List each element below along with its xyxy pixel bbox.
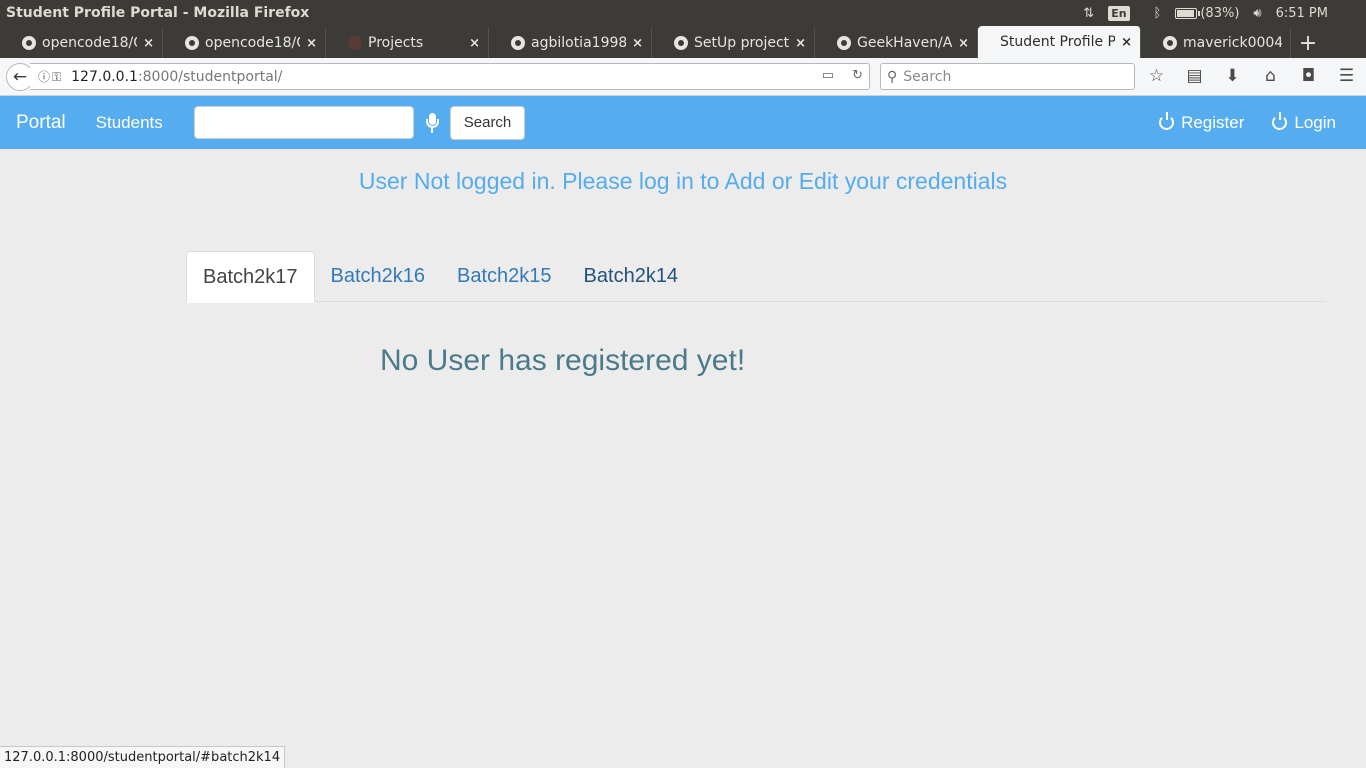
tab-batch2k17[interactable]: Batch2k17 <box>186 251 315 303</box>
site-search-button[interactable]: Search <box>449 105 526 140</box>
home-icon[interactable]: ⌂ <box>1260 66 1281 86</box>
battery-percent: (83%) <box>1200 5 1240 21</box>
github-icon <box>837 36 851 50</box>
github-icon <box>22 36 36 50</box>
url-host: 127.0.0.1 <box>71 68 138 85</box>
search-icon: ⚲ <box>887 68 898 85</box>
back-arrow-icon: ← <box>12 66 28 87</box>
github-icon <box>1163 36 1177 50</box>
browser-tab[interactable]: GeekHaven/Ap × <box>815 28 978 58</box>
login-notice: User Not logged in. Please log in to Add… <box>358 168 1008 194</box>
reader-view-icon[interactable]: ▭ <box>822 68 834 83</box>
tab-batch2k14[interactable]: Batch2k14 <box>568 251 695 302</box>
browser-search-input[interactable]: ⚲ Search <box>880 63 1135 90</box>
browser-tab[interactable]: Projects × <box>326 28 489 58</box>
power-icon <box>1272 112 1288 130</box>
site-search-input[interactable] <box>193 106 414 139</box>
close-tab-icon[interactable]: × <box>795 36 806 51</box>
browser-tab[interactable]: agbilotia1998/L× <box>489 28 652 58</box>
status-bar-url: 127.0.0.1:8000/studentportal/#batch2k14 <box>0 746 286 768</box>
github-icon <box>511 36 525 50</box>
power-icon <box>1159 112 1175 130</box>
microphone-icon[interactable] <box>425 112 439 133</box>
battery-indicator[interactable]: (83%) <box>1175 6 1239 21</box>
browser-tab[interactable]: opencode18/Co× <box>163 28 326 58</box>
web-page: Portal Students Search Register Login Us… <box>0 96 1366 768</box>
browser-tab[interactable]: maverick0004/ <box>1141 28 1291 58</box>
bookmark-star-icon[interactable]: ☆ <box>1146 66 1167 86</box>
site-info-icon[interactable]: ⓘ⚿ <box>38 68 63 85</box>
empty-state-message: No User has registered yet! <box>380 344 746 377</box>
system-tray: ⇅ En ᛒ (83%) 🔊︎ 6:51 PM <box>1083 0 1366 26</box>
network-icon[interactable]: ⇅ <box>1083 6 1094 21</box>
battery-icon <box>1175 7 1201 19</box>
menu-icon[interactable]: ☰ <box>1336 66 1357 86</box>
tab-batch2k16[interactable]: Batch2k16 <box>315 251 442 302</box>
search-placeholder: Search <box>903 68 952 85</box>
bluetooth-icon[interactable]: ᛒ <box>1154 6 1162 21</box>
keyboard-language[interactable]: En <box>1108 5 1130 21</box>
browser-tab[interactable]: SetUp project o× <box>652 28 815 58</box>
github-icon <box>674 36 688 50</box>
address-bar[interactable]: ⓘ⚿ 127.0.0.1 :8000/studentportal/ ▭ ↻ <box>30 63 870 90</box>
url-path: :8000/studentportal/ <box>137 68 283 85</box>
close-tab-icon[interactable]: × <box>632 36 643 51</box>
close-tab-icon[interactable]: × <box>958 36 969 51</box>
close-tab-icon[interactable]: × <box>1121 35 1132 50</box>
browser-tab-strip: opencode18/Co× opencode18/Co× Projects× … <box>0 26 1366 58</box>
students-link[interactable]: Students <box>96 113 163 133</box>
projects-icon <box>348 36 362 50</box>
close-tab-icon[interactable]: × <box>306 36 317 51</box>
toolbar-icons: ☆ ▤ ⬇ ⌂ ◘ ☰ <box>1146 66 1357 86</box>
register-link[interactable]: Register <box>1159 112 1244 133</box>
close-tab-icon[interactable]: × <box>143 36 154 51</box>
browser-tab-active[interactable]: Student Profile Por× <box>978 26 1141 58</box>
site-navbar: Portal Students Search Register Login <box>0 96 1366 149</box>
login-link[interactable]: Login <box>1272 112 1336 133</box>
close-tab-icon[interactable]: × <box>469 36 480 51</box>
batch-tabs: Batch2k17 Batch2k16 Batch2k15 Batch2k14 <box>186 251 1326 303</box>
browser-tab[interactable]: opencode18/Co× <box>0 28 163 58</box>
os-title-bar: Student Profile Portal - Mozilla Firefox… <box>0 0 1366 26</box>
pocket-icon[interactable]: ◘ <box>1298 66 1319 86</box>
new-tab-button[interactable]: + <box>1291 28 1325 58</box>
clock[interactable]: 6:51 PM <box>1276 6 1328 21</box>
reading-list-icon[interactable]: ▤ <box>1184 66 1205 86</box>
window-title: Student Profile Portal - Mozilla Firefox <box>6 5 310 21</box>
github-icon <box>185 36 199 50</box>
volume-icon[interactable]: 🔊︎ <box>1253 6 1261 21</box>
auth-links: Register Login <box>1159 96 1336 149</box>
browser-toolbar: ⓘ⚿ 127.0.0.1 :8000/studentportal/ ▭ ↻ ← … <box>0 58 1366 96</box>
brand-link[interactable]: Portal <box>16 112 66 134</box>
tab-batch2k15[interactable]: Batch2k15 <box>441 251 568 302</box>
reload-icon[interactable]: ↻ <box>852 68 863 83</box>
downloads-icon[interactable]: ⬇ <box>1222 66 1243 86</box>
